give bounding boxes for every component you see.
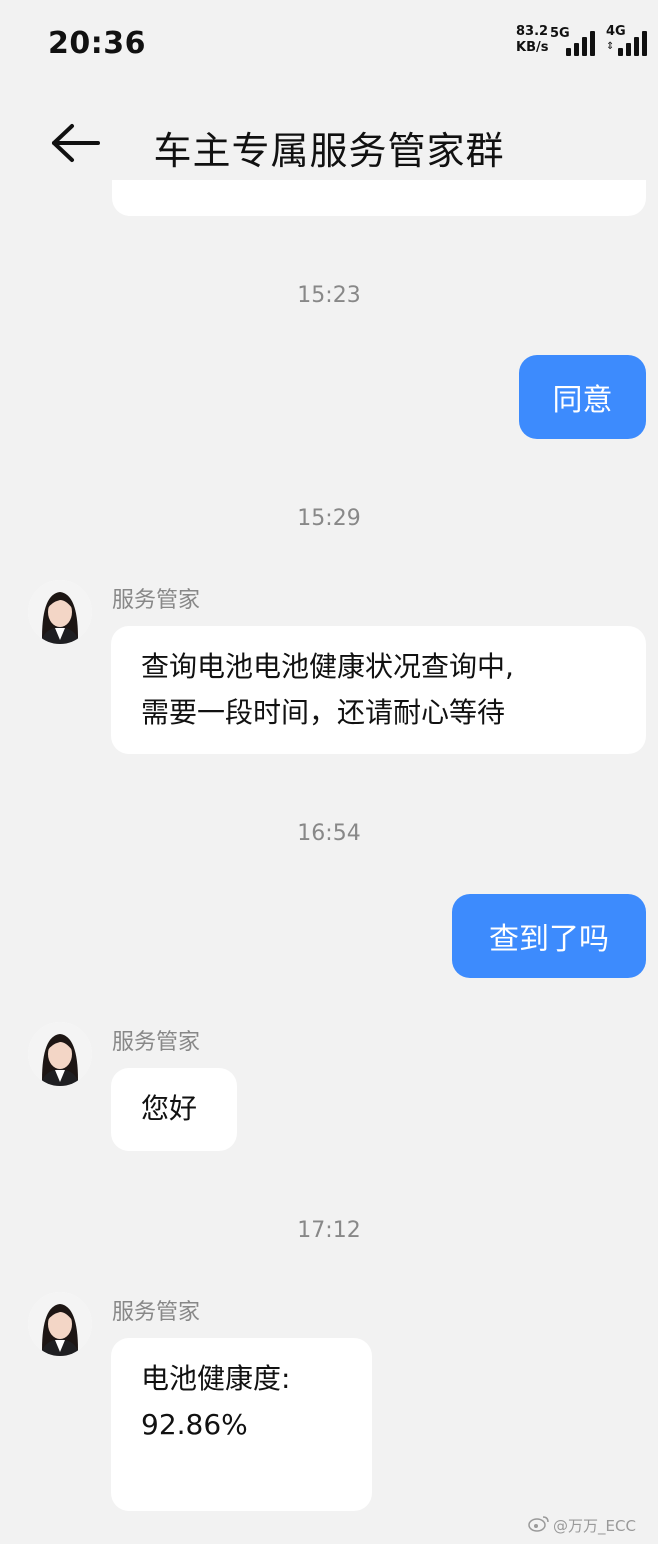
sender-name: 服务管家: [112, 1030, 201, 1055]
status-bar: 20:36 83.2 KB/s 5G 4G ⇕: [0, 0, 658, 88]
signal-bars-icon: [566, 30, 595, 56]
sender-name: 服务管家: [112, 588, 201, 613]
incoming-message-bubble[interactable]: 查询电池电池健康状况查询中, 需要一段时间，还请耐心等待: [111, 626, 646, 754]
sender-name: 服务管家: [112, 1300, 201, 1325]
avatar[interactable]: [28, 1022, 92, 1086]
message-text-line: 需要一段时间，还请耐心等待: [141, 696, 506, 729]
chat-title: 车主专属服务管家群: [153, 129, 505, 173]
message-timestamp: 15:29: [297, 506, 361, 531]
message-text-line: 您好: [141, 1092, 198, 1125]
network-speed: 83.2 KB/s: [516, 24, 548, 56]
outgoing-message-bubble[interactable]: 查到了吗: [452, 894, 646, 978]
message-text-line: 电池健康度:: [141, 1362, 291, 1395]
network-speed-value: 83.2: [516, 24, 549, 39]
outgoing-message-bubble[interactable]: 同意: [519, 355, 646, 439]
message-timestamp: 15:23: [297, 283, 361, 308]
incoming-message-bubble[interactable]: 电池健康度: 92.86%: [111, 1338, 372, 1511]
message-timestamp: 17:12: [297, 1218, 361, 1243]
data-activity-icon: ⇕: [606, 41, 615, 52]
network-speed-unit: KB/s: [516, 40, 549, 55]
avatar[interactable]: [28, 1292, 92, 1356]
weibo-icon: [528, 1514, 550, 1536]
message-timestamp: 16:54: [297, 821, 361, 846]
avatar[interactable]: [28, 580, 92, 644]
status-time: 20:36: [48, 26, 146, 61]
signal-bars-icon: [618, 30, 647, 56]
watermark: @万万_ECC: [528, 1514, 636, 1536]
incoming-message-bubble[interactable]: 您好: [111, 1068, 237, 1151]
message-text-line: 查询电池电池健康状况查询中,: [141, 650, 514, 683]
watermark-text: @万万_ECC: [553, 1516, 636, 1535]
message-bubble-partial[interactable]: [112, 180, 646, 216]
message-text-line: 92.86%: [141, 1408, 248, 1441]
